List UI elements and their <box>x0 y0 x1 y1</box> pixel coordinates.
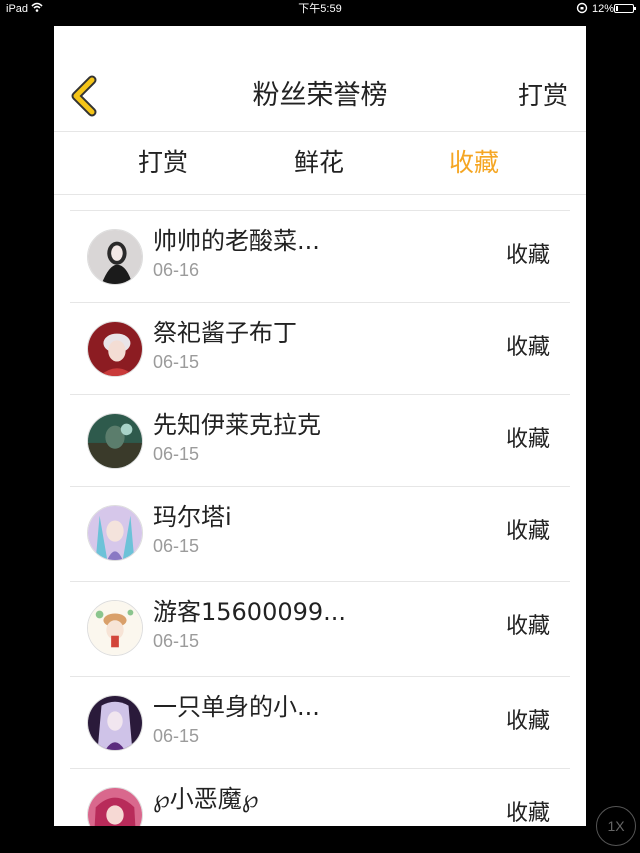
fan-action: 收藏 <box>505 614 550 639</box>
fan-action: 收藏 <box>505 519 550 544</box>
fan-name: 先知伊莱克拉克 <box>153 411 321 439</box>
page-title: 粉丝荣誉榜 <box>252 80 388 111</box>
tab-tip[interactable]: 打赏 <box>108 146 218 180</box>
tip-button[interactable]: 打赏 <box>518 78 568 114</box>
avatar <box>87 229 143 285</box>
list-item[interactable]: 一只单身的小... 06-15 收藏 <box>70 677 570 769</box>
list-item[interactable]: ℘小恶魔℘ 收藏 <box>70 769 570 826</box>
fan-date: 06-15 <box>153 536 200 556</box>
status-time: 下午5:59 <box>298 3 342 15</box>
fan-name: 玛尔塔i <box>153 503 232 531</box>
rotation-lock-icon <box>576 2 588 18</box>
avatar <box>87 600 143 656</box>
list-item[interactable]: 祭祀酱子布丁 06-15 收藏 <box>70 303 570 395</box>
fan-action: 收藏 <box>505 709 550 734</box>
fan-action: 收藏 <box>505 335 550 360</box>
list-item[interactable]: 先知伊莱克拉克 06-15 收藏 <box>70 395 570 487</box>
nav-bar: 粉丝荣誉榜 打赏 <box>54 26 586 132</box>
tab-favorites[interactable]: 收藏 <box>419 146 529 180</box>
avatar <box>87 321 143 377</box>
battery-percent: 12% <box>592 3 615 15</box>
status-bar: iPad 下午5:59 12% <box>0 0 640 18</box>
fan-action: 收藏 <box>505 427 550 452</box>
list-item[interactable]: 玛尔塔i 06-15 收藏 <box>70 487 570 582</box>
tab-flowers[interactable]: 鲜花 <box>264 146 374 180</box>
fan-action: 收藏 <box>505 801 550 826</box>
avatar <box>87 695 143 751</box>
fan-name: 帅帅的老酸菜... <box>153 227 320 255</box>
fan-name: ℘小恶魔℘ <box>153 785 259 813</box>
fan-date: 06-15 <box>153 352 200 372</box>
fan-list: 帅帅的老酸菜... 06-16 收藏 祭祀酱子布丁 06-15 收藏 先知伊莱克… <box>70 210 570 826</box>
battery-icon <box>614 4 636 13</box>
fan-date: 06-15 <box>153 444 200 464</box>
tab-bar: 打赏 鲜花 收藏 <box>54 132 586 195</box>
list-item[interactable]: 游客15600099... 06-15 收藏 <box>70 582 570 677</box>
fan-name: 游客15600099... <box>153 598 347 626</box>
fan-name: 祭祀酱子布丁 <box>153 319 297 347</box>
fan-action: 收藏 <box>505 243 550 268</box>
avatar <box>87 505 143 561</box>
avatar <box>87 413 143 469</box>
fan-date: 06-15 <box>153 631 200 651</box>
fan-date: 06-16 <box>153 260 200 280</box>
list-item[interactable]: 帅帅的老酸菜... 06-16 收藏 <box>70 211 570 303</box>
fan-date: 06-15 <box>153 726 200 746</box>
fan-name: 一只单身的小... <box>153 693 320 721</box>
zoom-toggle-button[interactable]: 1X <box>596 806 636 846</box>
app-window: 粉丝荣誉榜 打赏 打赏 鲜花 收藏 帅帅的老酸菜... 06-16 收藏 祭祀酱… <box>54 26 586 826</box>
avatar <box>87 787 143 826</box>
